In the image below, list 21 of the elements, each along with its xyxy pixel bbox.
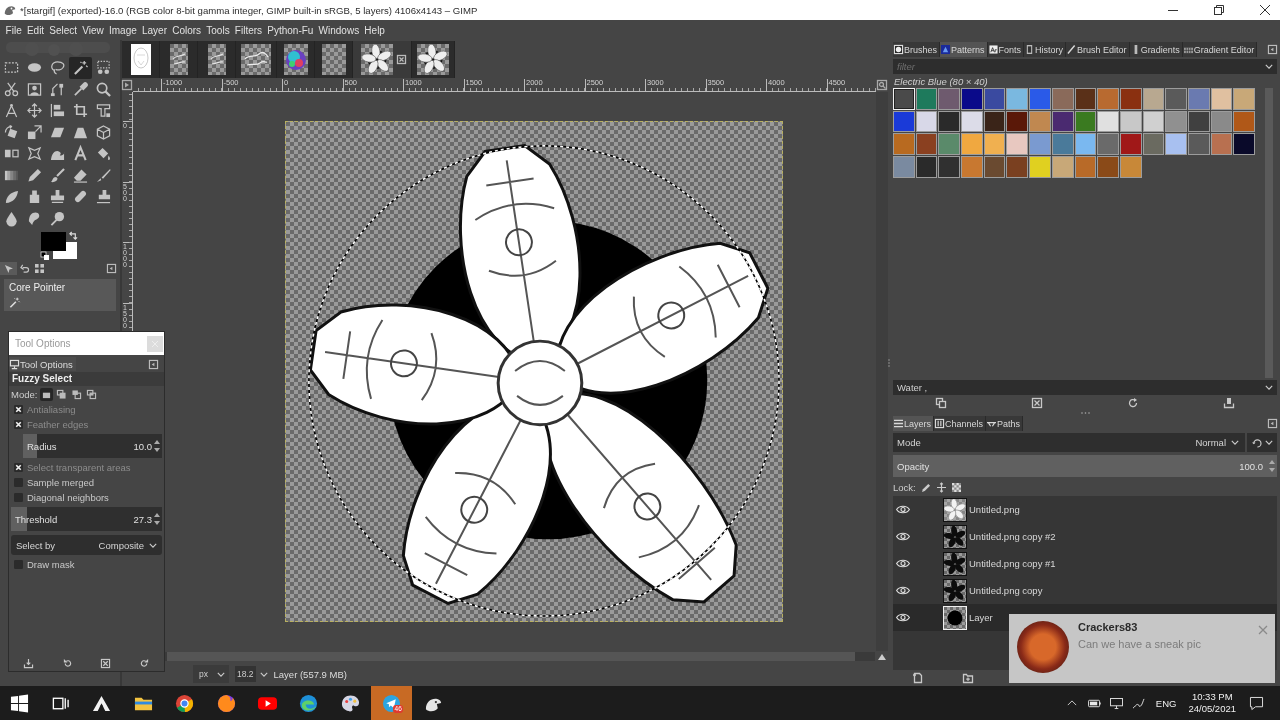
- lock-label: Lock:: [893, 481, 916, 493]
- checkbox-label: Select transparent areas: [27, 462, 131, 473]
- checkbox-label: Draw mask: [27, 559, 75, 570]
- layer-name: Untitled.png copy: [969, 585, 1043, 596]
- checkbox-label: Sample merged: [27, 477, 95, 488]
- pattern-name: Electric Blue (80 × 40): [893, 75, 989, 87]
- checkbox-label: Antialiasing: [27, 404, 76, 415]
- layer-name: Layer: [969, 612, 993, 623]
- window-title: Tool Options: [15, 338, 71, 349]
- status-text: Layer (557.9 MB): [273, 668, 347, 680]
- checkbox-label: Feather edges: [27, 419, 89, 430]
- sender-name: Crackers83: [1078, 621, 1139, 633]
- tool-name: Fuzzy Select: [9, 372, 164, 386]
- layer-name: Untitled.png copy #1: [969, 558, 1056, 569]
- mode-label: Mode:: [11, 388, 38, 400]
- notification-message: Can we have a sneak pic: [1078, 638, 1202, 650]
- device-name: Core Pointer: [9, 282, 67, 293]
- checkbox-label: Diagonal neighbors: [27, 492, 109, 503]
- window-title: *[stargif] (exported)-16.0 (RGB color 8-bit gamma integer, GIMP built-in sRGB, 5 layers) 4106x4143 – GIMP: [20, 4, 479, 16]
- layer-name: Untitled.png copy #2: [969, 531, 1056, 542]
- layer-name: Untitled.png: [969, 504, 1020, 515]
